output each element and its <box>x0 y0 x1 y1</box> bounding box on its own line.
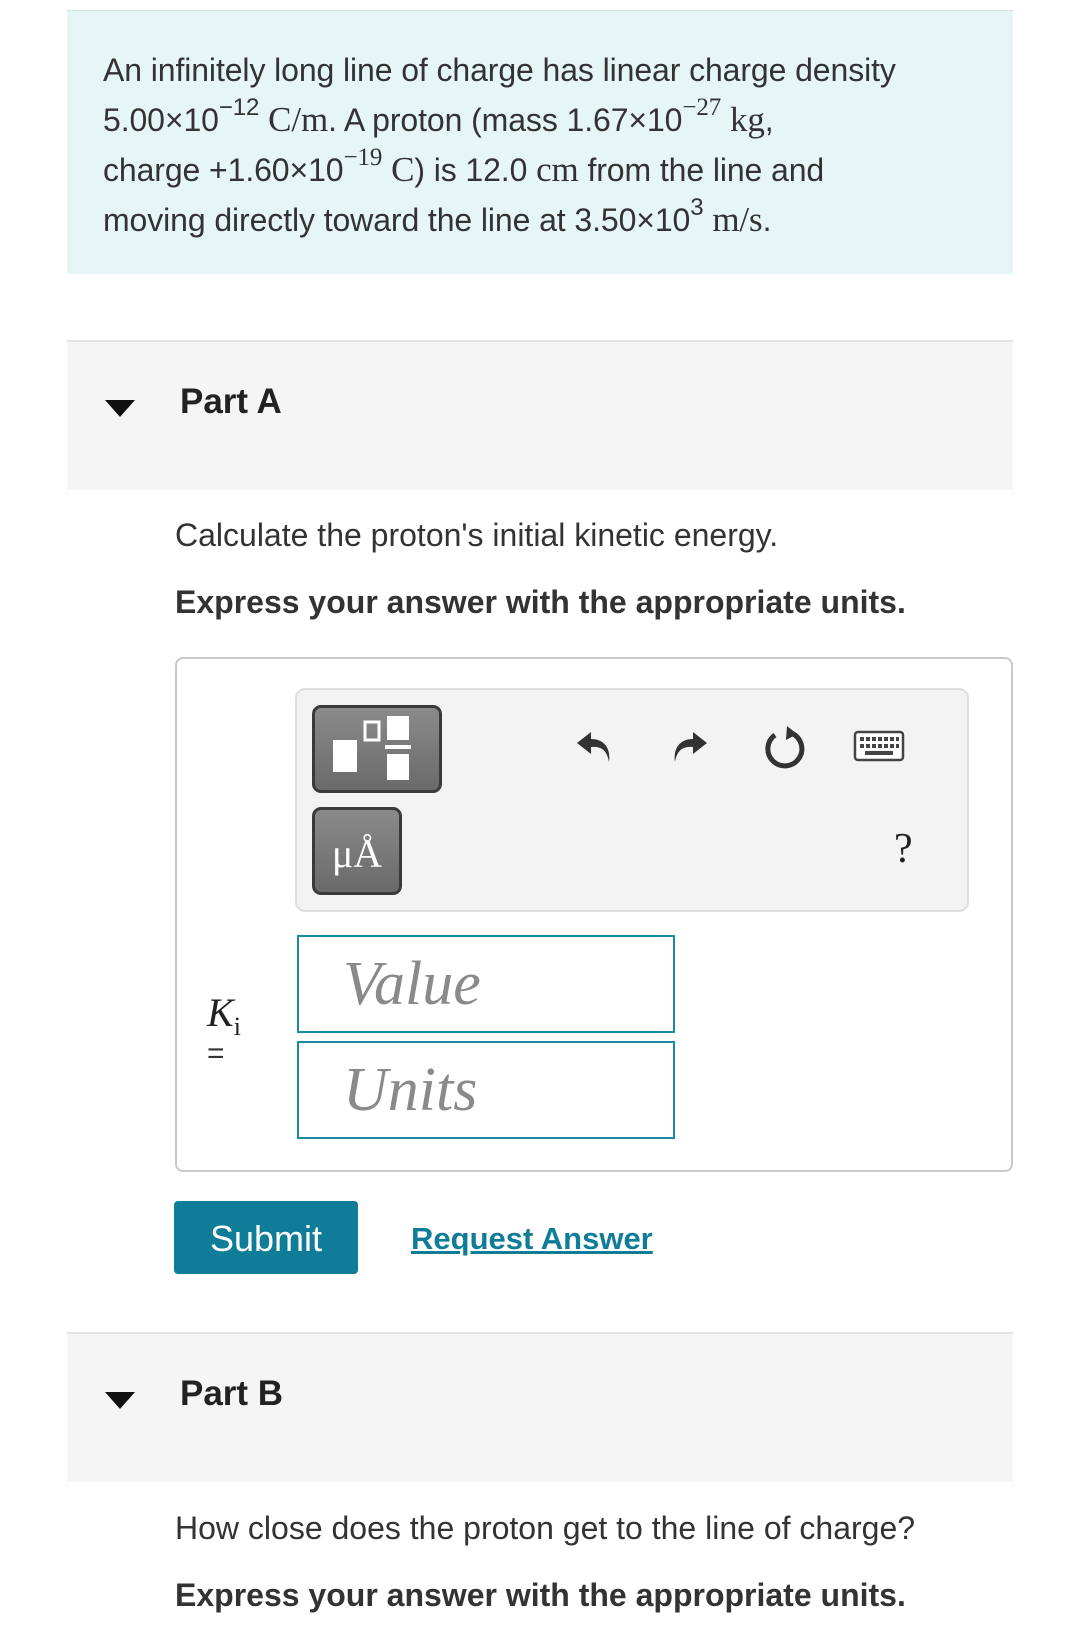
problem-text: from the line and <box>587 152 825 188</box>
part-a-title: Part A <box>180 382 282 421</box>
math-toolbar: μÅ ? <box>295 688 969 912</box>
mass-exponent: −27 <box>682 94 722 122</box>
charge-base: ×10 <box>289 152 344 188</box>
density-value: 5.00×10 <box>103 102 219 138</box>
value-input[interactable] <box>297 935 675 1033</box>
mass-unit: kg <box>729 100 765 139</box>
mass-base: ×10 <box>628 102 683 138</box>
collapse-triangle-icon[interactable] <box>105 1392 135 1409</box>
charge-exponent: −19 <box>343 144 383 172</box>
submit-button[interactable]: Submit <box>174 1201 358 1274</box>
problem-statement: An infinitely long line of charge has li… <box>67 10 1013 274</box>
reset-icon[interactable] <box>761 724 809 772</box>
equals-sign: = <box>207 1037 225 1070</box>
variable-symbol: K <box>207 990 234 1035</box>
part-b-title: Part B <box>180 1374 284 1413</box>
velocity-unit: m/s <box>712 200 763 239</box>
problem-text: ) is 12.0 <box>414 152 528 188</box>
problem-text: moving directly toward the line at 3.50×… <box>103 202 691 238</box>
part-b-header[interactable]: Part B <box>67 1332 1013 1482</box>
problem-text: An infinitely long line of charge has li… <box>103 52 896 88</box>
problem-text: , <box>764 102 774 138</box>
part-a-header[interactable]: Part A <box>67 340 1013 490</box>
part-b-question: How close does the proton get to the lin… <box>175 1510 916 1546</box>
problem-line-3: charge +1.60×10−19 C) is 12.0 cm from th… <box>103 145 977 195</box>
redo-icon[interactable] <box>667 724 711 768</box>
charge-unit: C <box>391 150 415 189</box>
density-exponent: −12 <box>218 94 260 122</box>
keyboard-icon[interactable] <box>853 728 905 764</box>
answer-variable-label: Ki <box>207 989 241 1042</box>
collapse-triangle-icon[interactable] <box>105 400 135 417</box>
fraction-template-icon <box>333 716 411 780</box>
problem-text: . <box>762 202 772 238</box>
help-button[interactable]: ? <box>894 825 913 873</box>
part-b-instruction: Express your answer with the appropriate… <box>175 1577 906 1613</box>
units-input[interactable] <box>297 1041 675 1139</box>
problem-line-1: An infinitely long line of charge has li… <box>103 45 977 95</box>
velocity-exponent: 3 <box>690 194 704 222</box>
problem-text: charge +1.60 <box>103 152 290 188</box>
problem-line-4: moving directly toward the line at 3.50×… <box>103 195 977 245</box>
density-unit: C/m <box>268 100 329 139</box>
undo-icon[interactable] <box>573 724 617 768</box>
request-answer-link[interactable]: Request Answer <box>411 1221 653 1257</box>
part-a-instruction: Express your answer with the appropriate… <box>175 584 906 620</box>
variable-subscript: i <box>233 1012 241 1041</box>
problem-line-2: 5.00×10−12 C/m. A proton (mass 1.67×10−2… <box>103 95 977 145</box>
fraction-template-button[interactable] <box>312 705 442 793</box>
problem-text: . A proton (mass 1.67 <box>328 102 629 138</box>
part-a-question: Calculate the proton's initial kinetic e… <box>175 517 779 553</box>
distance-unit: cm <box>536 150 579 189</box>
answer-box: μÅ ? Ki = <box>175 657 1013 1172</box>
units-button[interactable]: μÅ <box>312 807 402 895</box>
